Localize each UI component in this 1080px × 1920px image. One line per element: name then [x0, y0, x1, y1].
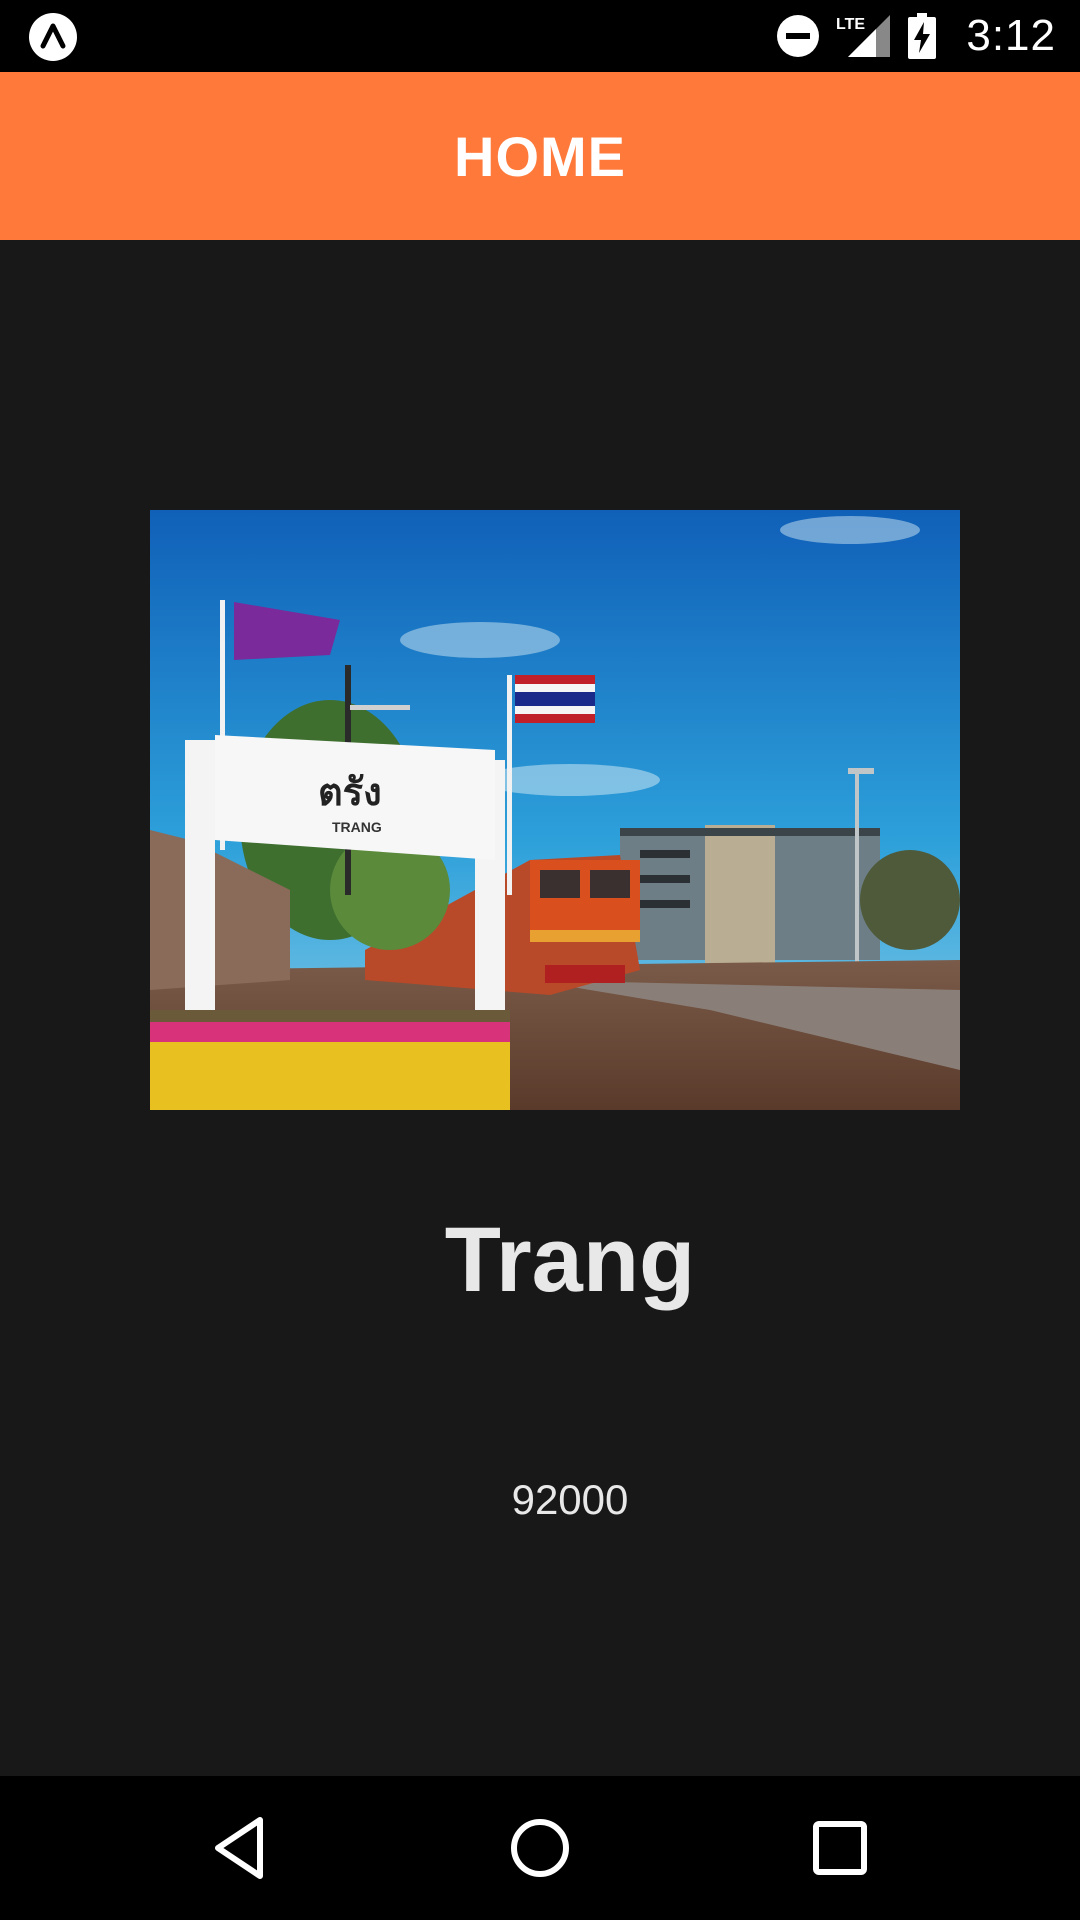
sign-latin-text: TRANG [332, 819, 382, 835]
postal-code: 92000 [511, 1476, 629, 1523]
place-photo[interactable]: ตรัง TRANG [150, 510, 960, 1110]
back-icon[interactable] [198, 1806, 282, 1890]
navigation-bar [0, 1776, 1080, 1920]
app-logo-icon [29, 13, 77, 61]
app-bar: HOME [0, 72, 1080, 240]
status-time: 3:12 [966, 11, 1056, 60]
status-icons: LTE 3:12 [776, 0, 1056, 72]
page-title: HOME [454, 124, 626, 188]
lte-signal-icon: LTE [836, 15, 891, 57]
do-not-disturb-icon [777, 15, 820, 57]
sign-thai-text: ตรัง [318, 770, 382, 814]
network-type-label: LTE [836, 16, 865, 33]
battery-charging-icon [908, 13, 937, 59]
screen: LTE 3:12 HOME ตรัง TRANG Trang 92000 [0, 0, 1080, 1920]
place-name: Trang [444, 1209, 696, 1311]
status-bar: LTE 3:12 [0, 0, 1080, 72]
recents-icon[interactable] [798, 1806, 882, 1890]
home-icon[interactable] [498, 1806, 582, 1890]
trang-station-photo: ตรัง TRANG [150, 510, 960, 1110]
